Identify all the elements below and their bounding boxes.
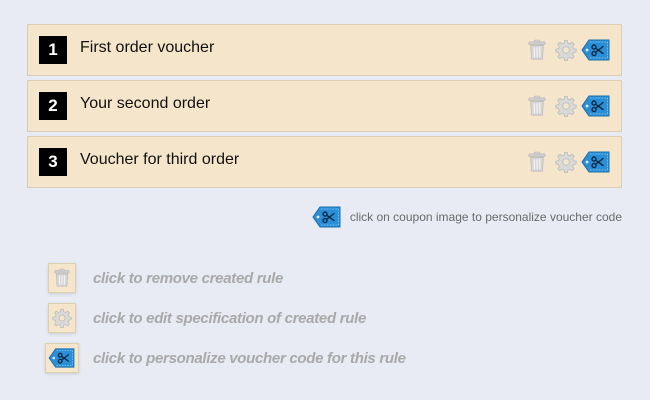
legend-item-personalize: click to personalize voucher code for th… bbox=[45, 338, 406, 378]
gear-icon bbox=[555, 39, 577, 61]
trash-icon bbox=[527, 95, 547, 117]
coupon-scissors-icon bbox=[581, 150, 611, 174]
delete-rule-button[interactable] bbox=[526, 150, 548, 174]
edit-rule-button[interactable] bbox=[555, 150, 577, 174]
legend-edit-box bbox=[48, 303, 76, 333]
rule-row: 2 Your second order bbox=[27, 80, 622, 132]
rule-title: Your second order bbox=[80, 95, 211, 112]
rule-actions bbox=[526, 37, 611, 63]
legend-item-edit: click to edit specification of created r… bbox=[48, 298, 406, 338]
trash-icon bbox=[53, 268, 71, 288]
coupon-hint-text: click on coupon image to personalize vou… bbox=[349, 210, 622, 224]
rule-title: First order voucher bbox=[80, 39, 215, 56]
rule-row: 3 Voucher for third order bbox=[27, 136, 622, 188]
legend-personalize-box bbox=[45, 343, 79, 373]
rules-list: 1 First order voucher 2 Your second orde… bbox=[27, 24, 622, 192]
coupon-scissors-icon bbox=[581, 94, 611, 118]
legend-personalize-text: click to personalize voucher code for th… bbox=[93, 349, 406, 367]
personalize-voucher-button[interactable] bbox=[581, 150, 611, 174]
legend-remove-text: click to remove created rule bbox=[93, 269, 284, 287]
delete-rule-button[interactable] bbox=[526, 94, 548, 118]
rule-row: 1 First order voucher bbox=[27, 24, 622, 76]
rule-number: 3 bbox=[39, 148, 67, 176]
rule-number: 1 bbox=[39, 36, 67, 64]
delete-rule-button[interactable] bbox=[526, 38, 548, 62]
personalize-voucher-button[interactable] bbox=[581, 38, 611, 62]
coupon-scissors-icon bbox=[581, 38, 611, 62]
legend-edit-text: click to edit specification of created r… bbox=[93, 309, 367, 327]
rule-actions bbox=[526, 149, 611, 175]
legend: click to remove created rule click to ed… bbox=[45, 258, 406, 378]
edit-rule-button[interactable] bbox=[555, 94, 577, 118]
gear-icon bbox=[555, 151, 577, 173]
edit-rule-button[interactable] bbox=[555, 38, 577, 62]
trash-icon bbox=[527, 151, 547, 173]
rule-actions bbox=[526, 93, 611, 119]
trash-icon bbox=[527, 39, 547, 61]
gear-icon bbox=[52, 308, 72, 328]
rule-title: Voucher for third order bbox=[80, 151, 240, 168]
coupon-hint: click on coupon image to personalize vou… bbox=[312, 205, 622, 229]
coupon-scissors-icon bbox=[312, 205, 342, 229]
legend-remove-box bbox=[48, 263, 76, 293]
coupon-scissors-icon bbox=[48, 347, 76, 369]
gear-icon bbox=[555, 95, 577, 117]
legend-item-remove: click to remove created rule bbox=[48, 258, 406, 298]
personalize-voucher-button[interactable] bbox=[581, 94, 611, 118]
rule-number: 2 bbox=[39, 92, 67, 120]
